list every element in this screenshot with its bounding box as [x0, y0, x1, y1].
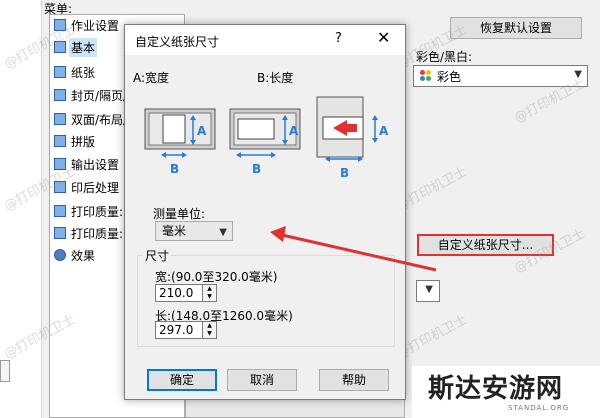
- effects-icon: [54, 249, 66, 261]
- site-logo-text: 斯达安游网: [428, 374, 564, 404]
- tree-item-duplex-layout[interactable]: 双面/布局/: [54, 109, 129, 129]
- finishing-icon: [54, 181, 66, 193]
- chevron-down-icon: ▼: [574, 69, 582, 80]
- dimension-b-label: B: [252, 162, 261, 176]
- tree-item-print-quality-2[interactable]: 打印质量:: [54, 223, 125, 243]
- tree-item-output-settings[interactable]: 输出设置: [54, 154, 121, 174]
- paper-icon: [54, 66, 66, 78]
- dimension-a-label: A: [197, 124, 207, 138]
- tree-item-finishing[interactable]: 印后处理: [54, 177, 121, 197]
- color-palette-icon: [420, 70, 432, 82]
- basic-icon: [54, 41, 66, 53]
- site-logo: 斯达安游网 STANDAL.ORG: [412, 366, 600, 418]
- dimension-b-label: B: [340, 166, 349, 180]
- print-quality-icon: [54, 205, 66, 217]
- length-diagram-label: B:长度: [257, 71, 294, 85]
- help-icon[interactable]: ?: [335, 31, 342, 46]
- tree-item-cover-page[interactable]: 封页/隔页/: [54, 85, 129, 105]
- width-input[interactable]: 210.0: [155, 284, 203, 302]
- width-diagram-label: A:宽度: [133, 71, 170, 85]
- paper-orientation-diagram: A B A B A B: [144, 96, 389, 180]
- left-panel: [0, 0, 42, 418]
- length-spinner-icon[interactable]: ▲ ▼: [203, 321, 217, 339]
- job-settings-icon: [54, 19, 66, 31]
- custom-paper-size-button[interactable]: 自定义纸张尺寸...: [417, 234, 554, 256]
- tree-item-basic[interactable]: 基本: [54, 37, 98, 57]
- cancel-button[interactable]: 取消: [227, 369, 297, 391]
- dimension-b-label: B: [170, 162, 179, 176]
- tree-item-imposition[interactable]: 拼版: [54, 131, 97, 151]
- dimension-a-label: A: [379, 124, 389, 138]
- background-select[interactable]: ▼: [416, 280, 440, 302]
- color-mode-label: 彩色/黑白:: [416, 50, 473, 64]
- chevron-down-icon: ▼: [219, 227, 227, 238]
- tree-item-print-quality-1[interactable]: 打印质量:: [54, 201, 125, 221]
- measurement-unit-value: 毫米: [162, 224, 187, 238]
- measurement-unit-label: 测量单位:: [153, 207, 206, 221]
- print-quality-icon: [54, 227, 66, 239]
- cover-page-icon: [54, 89, 66, 101]
- chevron-down-icon: ▼: [425, 284, 433, 295]
- tree-item-job-settings[interactable]: 作业设置: [54, 15, 121, 35]
- width-range-label: 宽:(90.0至320.0毫米): [155, 270, 278, 284]
- color-mode-select[interactable]: 彩色 ▼: [413, 65, 588, 87]
- left-panel-control[interactable]: [0, 360, 10, 382]
- output-settings-icon: [54, 158, 66, 170]
- tree-item-effects[interactable]: 效果: [54, 245, 97, 265]
- dialog-title: 自定义纸张尺寸: [135, 35, 220, 49]
- custom-paper-size-dialog: 自定义纸张尺寸 ? ✕ A:宽度 B:长度 A B A B A B 测量单位: …: [124, 24, 406, 400]
- restore-defaults-button[interactable]: 恢复默认设置: [450, 17, 582, 39]
- size-group-label: 尺寸: [143, 247, 172, 264]
- tree-item-paper[interactable]: 纸张: [54, 62, 97, 82]
- width-spinner-icon[interactable]: ▲ ▼: [203, 284, 217, 302]
- length-input[interactable]: 297.0: [155, 321, 203, 339]
- dimension-a-label: A: [289, 124, 299, 138]
- imposition-icon: [54, 135, 66, 147]
- help-button[interactable]: 帮助: [319, 369, 389, 391]
- color-mode-value: 彩色: [437, 69, 462, 84]
- site-logo-subtext: STANDAL.ORG: [508, 404, 570, 412]
- measurement-unit-select[interactable]: 毫米 ▼: [155, 221, 233, 241]
- feed-paper-diagram: [316, 96, 378, 162]
- duplex-layout-icon: [54, 113, 66, 125]
- close-icon[interactable]: ✕: [377, 28, 390, 47]
- ok-button[interactable]: 确定: [147, 369, 217, 391]
